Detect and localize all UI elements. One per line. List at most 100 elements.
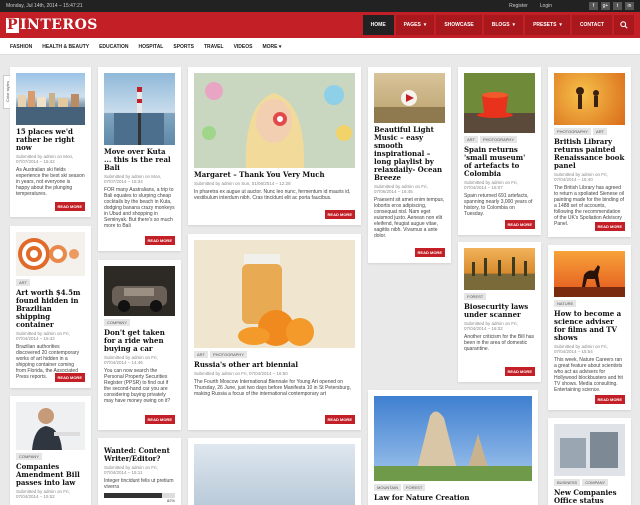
category-tag[interactable]: NATURE — [554, 300, 577, 307]
article-title[interactable]: Move over Kuta ... this is the real Bali — [104, 148, 175, 172]
article-meta: Submitted by admin on Fri, 07/04/2014 – … — [464, 180, 518, 190]
article-image[interactable] — [554, 424, 625, 476]
chevron-down-icon: ▾ — [512, 22, 516, 28]
article-image[interactable] — [194, 240, 355, 348]
article-image[interactable] — [554, 73, 625, 125]
article-image[interactable] — [16, 73, 85, 125]
login-link[interactable]: Login — [540, 3, 552, 9]
article-title[interactable]: Beautiful Light Music – easy smooth insp… — [374, 126, 445, 182]
article-image[interactable] — [16, 232, 85, 276]
category-tag[interactable]: PHOTOGRAPHY — [554, 128, 592, 135]
article-card: BUSINESS COMPANY New Companies Office st… — [548, 418, 631, 505]
article-card: ART PHOTOGRAPHY Russia's other art bienn… — [188, 234, 361, 430]
article-card: COMPANY Don't get taken for a ride when … — [98, 260, 181, 430]
article-meta: Submitted by admin on Mon, 07/07/2014 – … — [104, 174, 162, 184]
article-image[interactable] — [16, 402, 85, 450]
read-more-button[interactable]: READ MORE — [324, 210, 355, 219]
category-tag[interactable]: PHOTOGRAPHY — [479, 136, 517, 143]
cat-travel[interactable]: TRAVEL — [204, 44, 224, 50]
article-meta: Submitted by admin on Fri, 07/04/2014 – … — [16, 331, 70, 341]
linkedin-icon[interactable]: in — [625, 2, 634, 10]
category-tag[interactable]: MOUNTAIN — [374, 484, 402, 491]
nav-blogs[interactable]: BLOGS ▾ — [483, 15, 524, 35]
category-tag[interactable]: COMPANY — [582, 479, 609, 486]
article-excerpt: The Fourth Moscow International Biennale… — [194, 379, 351, 397]
article-title[interactable]: New Companies Office status check featur… — [554, 489, 625, 505]
search-button[interactable] — [614, 15, 634, 35]
article-image[interactable] — [554, 251, 625, 297]
article-card: PHOTOGRAPHY ART British Library returns … — [548, 67, 631, 237]
chevron-down-icon: ▾ — [559, 22, 562, 28]
article-title[interactable]: 15 places we'd rather be right now — [16, 128, 85, 152]
article-image[interactable] — [104, 73, 175, 145]
article-image[interactable] — [104, 266, 175, 316]
category-tag[interactable]: COMPANY — [16, 453, 42, 460]
read-more-button[interactable]: READ MORE — [324, 415, 355, 424]
video-thumbnail[interactable] — [374, 73, 445, 123]
read-more-button[interactable]: READ MORE — [594, 395, 625, 404]
read-more-button[interactable]: READ MORE — [54, 202, 85, 211]
read-more-button[interactable]: READ MORE — [594, 222, 625, 231]
article-card: Wanted: Content Writer/Editor? Submitted… — [98, 438, 181, 505]
site-logo[interactable]: P INTEROS — [6, 17, 98, 33]
category-tag[interactable]: BUSINESS — [554, 479, 581, 486]
article-title[interactable]: Spain returns 'small museum' of artefact… — [464, 146, 535, 178]
category-tag[interactable]: PHOTOGRAPHY — [209, 351, 247, 358]
nav-presets[interactable]: PRESETS ▾ — [525, 15, 570, 35]
nav-pages[interactable]: PAGES ▾ — [395, 15, 435, 35]
read-more-button[interactable]: READ MORE — [504, 220, 535, 229]
category-tag[interactable]: ART — [593, 128, 607, 135]
cat-health-beauty[interactable]: HEALTH & BEAUTY — [42, 44, 89, 50]
article-image[interactable] — [194, 444, 355, 505]
read-more-button[interactable]: READ MORE — [504, 367, 535, 376]
category-tag[interactable]: ART — [194, 351, 208, 358]
article-title[interactable]: Don't get taken for a ride when buying a… — [104, 329, 175, 353]
cat-sports[interactable]: SPORTS — [173, 44, 194, 50]
category-tag[interactable]: FOREST — [464, 293, 487, 300]
cat-more[interactable]: MORE ▾ — [262, 44, 281, 50]
article-title[interactable]: Law for Nature Creation — [374, 494, 532, 502]
category-tag[interactable]: ART — [16, 279, 30, 286]
article-title[interactable]: Wanted: Content Writer/Editor? — [104, 447, 175, 463]
chevron-down-icon: ▾ — [423, 22, 427, 28]
article-title[interactable]: Margaret – Thank You Very Much — [194, 171, 355, 179]
read-more-button[interactable]: READ MORE — [144, 415, 175, 424]
read-more-button[interactable]: READ MORE — [54, 373, 85, 382]
category-tag[interactable]: FOREST — [403, 484, 426, 491]
date-time: Monday, Jul 14th, 2014 – 15:47:21 — [6, 3, 83, 9]
article-title[interactable]: Companies Amendment Bill passes into law — [16, 463, 85, 487]
article-card: COMPANY Companies Amendment Bill passes … — [10, 396, 91, 505]
nav-showcase[interactable]: SHOWCASE — [436, 15, 482, 35]
cat-videos[interactable]: VIDEOS — [234, 44, 253, 50]
twitter-icon[interactable]: t — [613, 2, 622, 10]
nav-contact[interactable]: CONTACT — [571, 15, 612, 35]
article-excerpt: Another criticism for the Bill has been … — [464, 334, 535, 352]
article-image[interactable] — [464, 73, 535, 133]
article-title[interactable]: Biosecurity laws under scanner — [464, 303, 535, 319]
cat-education[interactable]: EDUCATION — [99, 44, 128, 50]
main-nav: HOME PAGES ▾ SHOWCASE BLOGS ▾ PRESETS ▾ CON… — [362, 15, 634, 35]
cat-fashion[interactable]: FASHION — [10, 44, 32, 50]
google-plus-icon[interactable]: g+ — [601, 2, 610, 10]
article-image[interactable] — [464, 248, 535, 290]
article-card: 15 places we'd rather be right now Submi… — [10, 67, 91, 217]
read-more-button[interactable]: READ MORE — [144, 236, 175, 245]
article-title[interactable]: How to become a science adviser for film… — [554, 310, 625, 342]
facebook-icon[interactable]: f — [589, 2, 598, 10]
article-image[interactable] — [374, 396, 532, 481]
nav-home[interactable]: HOME — [362, 15, 394, 35]
article-title[interactable]: Russia's other art biennial — [194, 361, 355, 369]
category-tag[interactable]: COMPANY — [104, 319, 130, 326]
read-more-button[interactable]: READ MORE — [414, 248, 445, 257]
category-tag[interactable]: ART — [464, 136, 478, 143]
article-title[interactable]: Art worth $4.5m found hidden in Brazilia… — [16, 289, 85, 329]
article-card: Move over Kuta ... this is the real Bali… — [98, 67, 181, 251]
chevron-down-icon: ▾ — [278, 44, 282, 50]
register-link[interactable]: Register — [509, 3, 528, 9]
article-image[interactable] — [194, 73, 355, 168]
article-title[interactable]: British Library returns painted Renaissa… — [554, 138, 625, 170]
article-card: Beautiful Light Music – easy smooth insp… — [368, 67, 451, 263]
article-card: ART Art worth $4.5m found hidden in Braz… — [10, 226, 91, 388]
article-excerpt: Praesent sit amet enim tempus, lobortis … — [374, 197, 445, 239]
cat-hospital[interactable]: HOSPITAL — [138, 44, 163, 50]
